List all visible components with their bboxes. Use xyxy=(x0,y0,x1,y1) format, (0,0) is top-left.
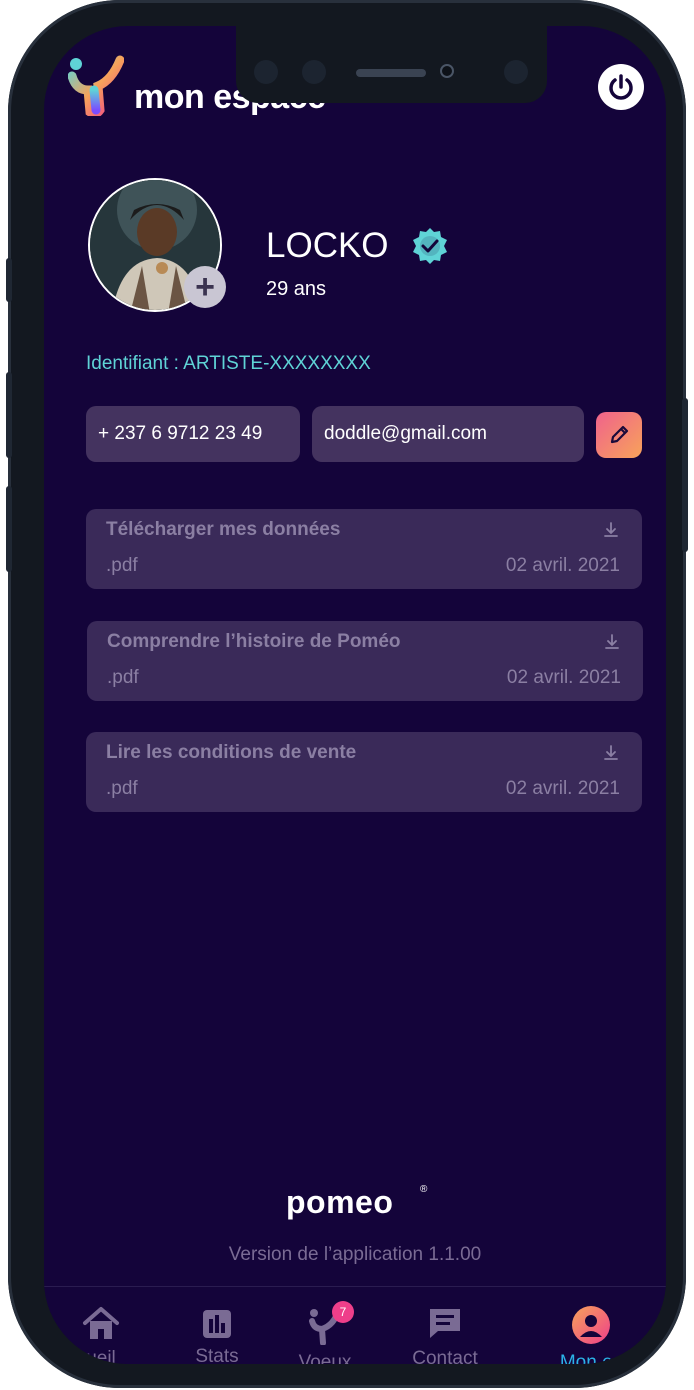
registered-mark: ® xyxy=(420,1184,428,1195)
document-card[interactable]: Télécharger mes données .pdf 02 avril. 2… xyxy=(86,509,642,589)
phone-field[interactable]: + 237 6 9712 23 49 xyxy=(86,406,300,462)
sensor-dot xyxy=(254,60,278,84)
document-date: 02 avril. 2021 xyxy=(506,667,621,688)
tab-stats[interactable]: Stats xyxy=(172,1305,262,1364)
download-icon[interactable] xyxy=(602,521,620,544)
tab-contact[interactable]: Contact xyxy=(400,1305,490,1364)
add-photo-button[interactable]: + xyxy=(184,266,226,308)
profile-age: 29 ans xyxy=(266,278,327,300)
download-icon[interactable] xyxy=(602,744,620,767)
front-camera xyxy=(440,64,454,78)
profile-icon xyxy=(572,1306,610,1344)
profile-name: LOCKO xyxy=(266,226,389,265)
power-side-button xyxy=(682,398,688,552)
document-card[interactable]: Lire les conditions de vente .pdf 02 avr… xyxy=(86,732,642,812)
email-field[interactable]: doddle@gmail.com xyxy=(312,406,584,462)
document-title: Télécharger mes données xyxy=(106,519,341,540)
app-screen: mon espace + LOCKO 29 ans Identifiant: … xyxy=(44,26,666,1364)
tab-home[interactable]: ueil xyxy=(56,1305,146,1364)
edit-button[interactable] xyxy=(596,412,642,458)
pomeo-wordmark: pomeo xyxy=(286,1184,394,1220)
logout-button[interactable] xyxy=(598,64,644,110)
tab-label: Mon es xyxy=(559,1352,623,1364)
document-extension: .pdf xyxy=(106,555,138,576)
download-icon[interactable] xyxy=(603,633,621,656)
pencil-icon xyxy=(610,425,629,444)
volume-up-button xyxy=(6,372,12,458)
document-extension: .pdf xyxy=(106,778,138,799)
app-version: Version de l’application 1.1.00 xyxy=(228,1244,482,1265)
document-date: 02 avril. 2021 xyxy=(505,778,620,799)
mute-switch xyxy=(6,258,12,302)
pomeo-logo-icon xyxy=(67,54,125,121)
verified-badge-icon xyxy=(410,226,450,271)
phone-frame: mon espace + LOCKO 29 ans Identifiant: … xyxy=(6,0,688,1388)
tab-bar: ueil Stats 7 Voeux Contact Mon es xyxy=(44,1286,666,1364)
power-icon xyxy=(609,74,633,100)
tab-label: ueil xyxy=(86,1348,116,1364)
notification-badge: 7 xyxy=(332,1301,354,1323)
home-icon xyxy=(83,1307,119,1339)
document-title: Lire les conditions de vente xyxy=(106,742,357,763)
document-extension: .pdf xyxy=(107,667,139,688)
notch xyxy=(236,26,547,103)
speaker-grille xyxy=(356,69,426,77)
chat-icon xyxy=(430,1309,460,1338)
sensor-dot xyxy=(504,60,528,84)
tab-label: Contact xyxy=(412,1348,478,1364)
stats-icon xyxy=(203,1310,231,1338)
tab-voeux[interactable]: 7 Voeux xyxy=(280,1301,370,1364)
document-date: 02 avril. 2021 xyxy=(505,555,620,576)
tab-mon-espace[interactable]: Mon es xyxy=(546,1305,636,1364)
document-title: Comprendre l’histoire de Poméo xyxy=(107,631,401,652)
plus-icon: + xyxy=(195,268,215,306)
sensor-dot xyxy=(302,60,326,84)
document-card[interactable]: Comprendre l’histoire de Poméo .pdf 02 a… xyxy=(87,621,643,701)
tab-label: Stats xyxy=(195,1346,239,1364)
tab-label: Voeux xyxy=(298,1352,352,1364)
profile-identifier: Identifiant : ARTISTE-XXXXXXXX xyxy=(86,353,371,374)
volume-down-button xyxy=(6,486,12,572)
